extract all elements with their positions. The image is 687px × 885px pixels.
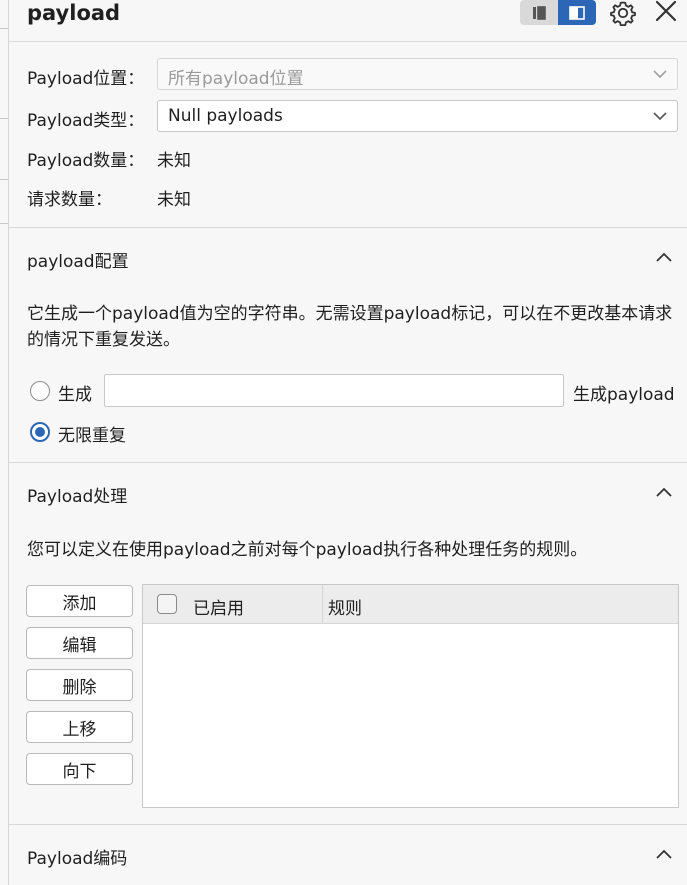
generate-radio[interactable] <box>30 381 50 401</box>
chevron-down-icon <box>653 70 667 79</box>
type-select[interactable]: Null payloads <box>157 100 678 132</box>
generate-count-input[interactable] <box>104 374 564 407</box>
type-select-value: Null payloads <box>168 106 283 126</box>
positions-label: Payload位置： <box>27 69 145 89</box>
move-down-button[interactable]: 向下 <box>26 753 133 785</box>
edit-rule-button[interactable]: 编辑 <box>26 627 133 659</box>
positions-select[interactable]: 所有payload位置 <box>157 58 678 90</box>
delete-rule-button[interactable]: 删除 <box>26 669 133 701</box>
infinite-repeat-label: 无限重复 <box>58 426 126 446</box>
close-icon[interactable] <box>654 0 678 23</box>
divider <box>9 462 687 463</box>
divider <box>9 227 687 228</box>
enabled-column-header[interactable]: 已启用 <box>193 594 244 619</box>
requests-value: 未知 <box>157 190 191 210</box>
add-rule-button[interactable]: 添加 <box>26 585 133 617</box>
panel-title: payload <box>27 1 121 25</box>
infinite-repeat-radio[interactable] <box>30 422 50 442</box>
config-section-title: payload配置 <box>27 252 129 272</box>
rules-table-header: 已启用 规则 <box>143 585 678 624</box>
select-all-checkbox[interactable] <box>157 594 177 614</box>
collapse-encoding-icon[interactable] <box>655 848 673 860</box>
processing-description: 您可以定义在使用payload之前对每个payload执行各种处理任务的规则。 <box>27 540 588 560</box>
type-label: Payload类型： <box>27 111 145 131</box>
encoding-section-title: Payload编码 <box>27 849 128 869</box>
panel-view-icon[interactable] <box>558 0 596 25</box>
divider <box>9 824 687 825</box>
generate-label: 生成 <box>58 385 92 405</box>
count-label: Payload数量： <box>27 151 145 171</box>
collapse-processing-icon[interactable] <box>655 486 673 498</box>
rules-table[interactable]: 已启用 规则 <box>142 584 679 808</box>
move-up-button[interactable]: 上移 <box>26 711 133 743</box>
panel-header: payload <box>9 0 687 42</box>
left-border <box>8 0 9 885</box>
processing-section-title: Payload处理 <box>27 487 128 507</box>
generate-suffix-label: 生成payload <box>573 385 675 405</box>
view-toggle[interactable] <box>520 0 596 25</box>
gear-icon[interactable] <box>609 0 637 26</box>
count-value: 未知 <box>157 151 191 171</box>
collapse-config-icon[interactable] <box>655 251 673 263</box>
chevron-down-icon <box>653 112 667 121</box>
list-view-icon[interactable] <box>520 0 558 25</box>
config-description: 它生成一个payload值为空的字符串。无需设置payload标记，可以在不更改… <box>27 304 673 350</box>
rule-column-header[interactable]: 规则 <box>328 594 362 619</box>
positions-select-value: 所有payload位置 <box>168 69 304 89</box>
requests-label: 请求数量： <box>27 190 112 210</box>
column-separator <box>322 585 323 623</box>
